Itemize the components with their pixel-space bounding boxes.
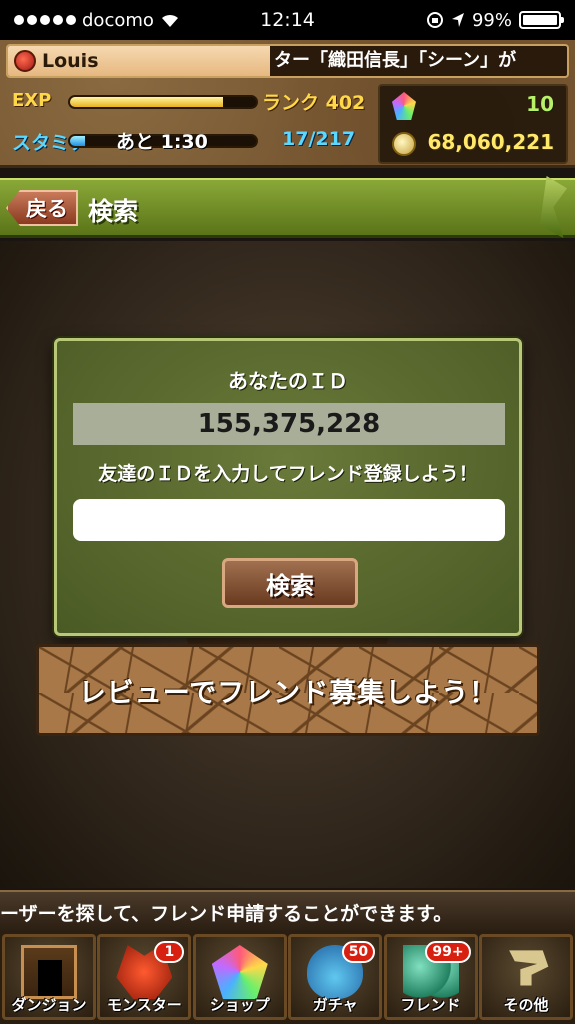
search-button[interactable]: 検索 bbox=[222, 558, 358, 608]
notification-badge: 99+ bbox=[425, 941, 471, 963]
stamina-timer: あと 1:30 bbox=[116, 131, 208, 153]
magic-stone-icon bbox=[392, 92, 416, 120]
notification-badge: 1 bbox=[154, 941, 185, 963]
shop-gem-icon bbox=[211, 945, 268, 999]
news-ticker: ター「織田信長」「シーン」が bbox=[274, 50, 517, 71]
stamina-count: 17/217 bbox=[282, 128, 356, 150]
news-bar[interactable]: Louis ター「織田信長」「シーン」が bbox=[6, 44, 569, 78]
location-icon bbox=[451, 13, 464, 27]
rank-value: ランク 402 bbox=[262, 92, 366, 114]
nav-monster-button[interactable]: 1 モンスター bbox=[97, 934, 192, 1020]
title-bar: 戻る 検索 bbox=[0, 176, 575, 238]
battery-percent: 99% bbox=[471, 9, 512, 31]
exp-bar-fill bbox=[70, 97, 223, 107]
player-stats-header: Louis ター「織田信長」「シーン」が EXP ランク 402 スタミナ あと… bbox=[0, 40, 575, 168]
status-left: docomo bbox=[14, 10, 180, 31]
player-name: Louis bbox=[42, 50, 99, 72]
coin-icon bbox=[392, 132, 416, 156]
exp-label: EXP bbox=[12, 90, 52, 111]
status-right: 99% bbox=[426, 9, 564, 31]
wifi-icon bbox=[161, 14, 178, 27]
nav-other-button[interactable]: その他 bbox=[478, 934, 573, 1020]
dungeon-gate-icon bbox=[21, 945, 77, 999]
player-avatar-icon bbox=[14, 50, 36, 72]
friend-id-input[interactable] bbox=[73, 499, 505, 541]
status-bar: docomo 12:14 99% bbox=[0, 0, 575, 40]
magic-stone-count: 10 bbox=[526, 92, 554, 116]
nav-label: ガチャ bbox=[312, 996, 358, 1014]
instruction-text: 友達のＩＤを入力してフレンド登録しよう！ bbox=[98, 463, 478, 485]
carrier-label: docomo bbox=[82, 9, 154, 31]
question-mark-icon bbox=[509, 950, 549, 986]
nav-dungeon-button[interactable]: ダンジョン bbox=[2, 934, 96, 1020]
info-message: ーザーを探して、フレンド申請することができます。 bbox=[0, 890, 575, 932]
battery-fill bbox=[523, 15, 557, 25]
notification-badge: 50 bbox=[341, 941, 376, 963]
signal-dots-icon bbox=[14, 15, 76, 25]
exp-bar bbox=[68, 95, 258, 109]
nav-label: ダンジョン bbox=[11, 996, 87, 1014]
bottom-navigation: ダンジョン 1 モンスター ショップ 50 ガチャ 99+ フレンド その他 bbox=[0, 932, 575, 1024]
nav-friend-button[interactable]: 99+ フレンド bbox=[383, 934, 478, 1020]
coin-count: 68,060,221 bbox=[427, 130, 554, 154]
review-banner-button[interactable]: レビューでフレンド募集しよう！ bbox=[36, 644, 540, 736]
back-button[interactable]: 戻る bbox=[6, 190, 78, 226]
nav-shop-button[interactable]: ショップ bbox=[192, 934, 287, 1020]
player-name-plate[interactable]: Louis bbox=[8, 46, 270, 76]
currency-panel[interactable]: 10 68,060,221 bbox=[378, 84, 568, 164]
stamina-bar-fill bbox=[70, 136, 85, 146]
dragon-ornament-icon bbox=[539, 176, 567, 238]
your-id-label: あなたのＩＤ bbox=[228, 369, 348, 393]
page-title: 検索 bbox=[88, 197, 139, 226]
player-id-value: 155,375,228 bbox=[73, 403, 505, 445]
nav-label: ショップ bbox=[209, 996, 270, 1014]
nav-label: その他 bbox=[503, 996, 549, 1014]
orientation-lock-icon bbox=[426, 12, 443, 28]
nav-label: フレンド bbox=[400, 996, 461, 1014]
battery-icon bbox=[519, 11, 564, 29]
nav-gacha-button[interactable]: 50 ガチャ bbox=[288, 934, 383, 1020]
friend-search-dialog: あなたのＩＤ 155,375,228 友達のＩＤを入力してフレンド登録しよう！ … bbox=[54, 338, 522, 636]
nav-label: モンスター bbox=[107, 996, 182, 1014]
